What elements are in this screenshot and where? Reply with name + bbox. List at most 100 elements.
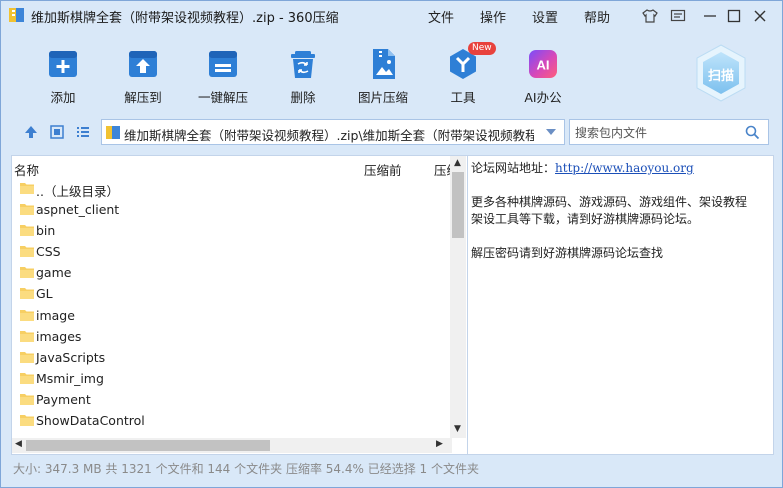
toolbar: 添加 解压到 一键解压 删除 图片压缩 New 工具 AI AI办公 扫描 bbox=[1, 29, 782, 111]
file-row[interactable]: ..（上级目录） bbox=[12, 178, 450, 199]
folder-icon bbox=[20, 204, 34, 216]
list-view-icon[interactable] bbox=[75, 124, 91, 140]
scan-button[interactable]: 扫描 bbox=[693, 43, 749, 103]
horizontal-scroll-thumb[interactable] bbox=[26, 440, 270, 451]
one-click-extract-button[interactable]: 一键解压 bbox=[191, 47, 255, 106]
file-name: CSS bbox=[36, 244, 61, 260]
search-icon[interactable] bbox=[745, 125, 760, 140]
folder-icon bbox=[20, 246, 34, 258]
file-name: ..（上级目录） bbox=[36, 184, 119, 199]
one-click-extract-icon bbox=[209, 51, 237, 77]
file-name: Msmir_img bbox=[36, 370, 104, 386]
menu-settings[interactable]: 设置 bbox=[532, 7, 558, 26]
scan-label: 扫描 bbox=[707, 69, 734, 84]
ai-office-button[interactable]: AI AI办公 bbox=[511, 47, 575, 106]
file-name: images bbox=[36, 328, 82, 344]
search-input[interactable] bbox=[573, 123, 737, 143]
forum-address-prefix: 论坛网站地址： bbox=[471, 161, 556, 175]
feedback-icon[interactable] bbox=[670, 8, 686, 24]
folder-icon bbox=[20, 351, 34, 363]
comment-pane: 论坛网站地址：http://www.haoyou.org 更多各种棋牌源码、游戏… bbox=[467, 155, 774, 455]
file-row[interactable]: JavaScripts bbox=[12, 347, 450, 368]
menu-file[interactable]: 文件 bbox=[428, 7, 454, 26]
forum-link[interactable]: http://www.haoyou.org bbox=[555, 161, 694, 175]
file-row[interactable]: ShowDataControl bbox=[12, 410, 450, 431]
image-compress-button[interactable]: 图片压缩 bbox=[351, 47, 415, 106]
extract-to-icon bbox=[129, 51, 157, 77]
file-name: Payment bbox=[36, 391, 91, 407]
add-label: 添加 bbox=[50, 90, 76, 105]
scroll-up-icon[interactable]: ▲ bbox=[454, 158, 461, 168]
file-row[interactable]: aspnet_client bbox=[12, 199, 450, 220]
new-badge: New bbox=[468, 42, 496, 55]
vertical-scrollbar[interactable]: ▲ ▼ bbox=[450, 156, 466, 438]
folder-icon bbox=[20, 415, 34, 427]
title-bar: 维加斯棋牌全套（附带架设视频教程）.zip - 360压缩 文件 操作 设置 帮… bbox=[1, 1, 782, 29]
tools-label: 工具 bbox=[450, 90, 476, 105]
add-icon bbox=[49, 51, 77, 77]
comment-line-3: 架设工具等下载，请到好游棋牌源码论坛。 bbox=[471, 212, 700, 226]
minimize-icon[interactable] bbox=[702, 8, 718, 24]
file-row[interactable]: GL bbox=[12, 283, 450, 304]
file-rows: ..（上级目录） aspnet_clientbin CSS game GL image im… bbox=[12, 178, 450, 431]
column-header: 名称 压缩前 压缩 bbox=[12, 156, 459, 179]
file-row[interactable]: Payment bbox=[12, 389, 450, 410]
scroll-down-icon[interactable]: ▼ bbox=[454, 424, 461, 434]
path-dropdown-icon[interactable] bbox=[546, 129, 556, 135]
one-click-extract-label: 一键解压 bbox=[197, 90, 248, 105]
column-name[interactable]: 名称 bbox=[14, 160, 39, 179]
column-original-size[interactable]: 压缩前 bbox=[364, 160, 402, 179]
thumbnail-view-icon[interactable] bbox=[49, 124, 65, 140]
forum-address-line: 论坛网站地址：http://www.haoyou.org bbox=[471, 160, 771, 177]
file-name: ShowDataControl bbox=[36, 413, 145, 429]
delete-label: 删除 bbox=[290, 90, 316, 105]
comment-line-4: 解压密码请到好游棋牌源码论坛查找 bbox=[471, 246, 664, 260]
horizontal-scrollbar[interactable]: ◀ ▶ bbox=[12, 438, 452, 453]
tools-button[interactable]: New 工具 bbox=[431, 42, 496, 106]
file-name: image bbox=[36, 307, 75, 323]
skin-shirt-icon[interactable] bbox=[642, 8, 658, 24]
folder-icon bbox=[20, 393, 34, 405]
delete-button[interactable]: 删除 bbox=[271, 47, 335, 106]
up-arrow-icon[interactable] bbox=[23, 124, 39, 140]
folder-icon bbox=[20, 225, 34, 237]
file-row[interactable]: CSS bbox=[12, 241, 450, 262]
folder-icon bbox=[20, 267, 34, 279]
search-box[interactable] bbox=[569, 119, 769, 145]
file-row[interactable]: image bbox=[12, 305, 450, 326]
file-row[interactable]: Msmir_img bbox=[12, 368, 450, 389]
file-name: bin bbox=[36, 223, 56, 239]
comment-line-2: 更多各种棋牌源码、游戏源码、游戏组件、架设教程 bbox=[471, 195, 748, 209]
extract-to-button[interactable]: 解压到 bbox=[111, 47, 175, 106]
archive-comment: 论坛网站地址：http://www.haoyou.org 更多各种棋牌源码、游戏… bbox=[471, 160, 771, 262]
app-window: 维加斯棋牌全套（附带架设视频教程）.zip - 360压缩 文件 操作 设置 帮… bbox=[0, 0, 783, 488]
menu-operate[interactable]: 操作 bbox=[480, 7, 506, 26]
image-compress-label: 图片压缩 bbox=[357, 90, 408, 105]
folder-icon bbox=[20, 309, 34, 321]
path-field[interactable]: 维加斯棋牌全套（附带架设视频教程）.zip\维加斯全套（附带架设视频教程 bbox=[101, 119, 565, 145]
file-name: JavaScripts bbox=[36, 349, 106, 365]
maximize-icon[interactable] bbox=[726, 8, 742, 24]
file-row[interactable]: bin bbox=[12, 220, 450, 241]
extract-to-label: 解压到 bbox=[124, 90, 162, 105]
folder-icon bbox=[20, 288, 34, 300]
close-icon[interactable] bbox=[752, 8, 768, 24]
file-name: game bbox=[36, 265, 72, 281]
add-button[interactable]: 添加 bbox=[31, 47, 95, 106]
status-bar: 大小: 347.3 MB 共 1321 个文件和 144 个文件夹 压缩率 54… bbox=[13, 462, 479, 476]
vertical-scroll-thumb[interactable] bbox=[452, 172, 464, 238]
trash-icon bbox=[291, 51, 315, 78]
folder-icon bbox=[20, 330, 34, 342]
folder-icon bbox=[20, 183, 34, 194]
ai-office-icon: AI bbox=[529, 50, 557, 78]
zip-file-icon bbox=[106, 126, 120, 139]
file-row[interactable]: game bbox=[12, 262, 450, 283]
file-row[interactable]: images bbox=[12, 326, 450, 347]
scroll-left-icon[interactable]: ◀ bbox=[15, 439, 22, 449]
file-list-pane: 名称 压缩前 压缩 ..（上级目录） aspnet_clientbin CSS gam… bbox=[11, 155, 468, 455]
path-text: 维加斯棋牌全套（附带架设视频教程）.zip\维加斯全套（附带架设视频教程 bbox=[124, 128, 534, 143]
image-compress-icon bbox=[373, 49, 395, 79]
scroll-right-icon[interactable]: ▶ bbox=[436, 439, 443, 449]
ai-office-label: AI办公 bbox=[524, 90, 562, 105]
menu-help[interactable]: 帮助 bbox=[584, 7, 610, 26]
